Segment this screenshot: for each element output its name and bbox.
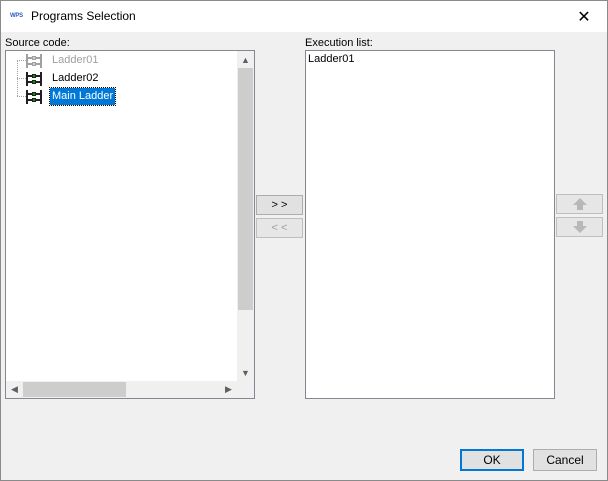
ladder-icon	[26, 89, 42, 104]
arrow-up-icon	[572, 198, 587, 210]
tree-item-ladder01[interactable]: Ladder01	[26, 52, 101, 69]
tree-connector	[17, 96, 26, 97]
scroll-down-icon[interactable]: ▼	[237, 364, 254, 381]
tree-item-label: Ladder01	[52, 54, 99, 66]
tree-item-main-ladder[interactable]: Main Ladder	[26, 87, 117, 106]
move-up-button[interactable]	[556, 194, 603, 214]
scroll-left-icon[interactable]: ◀	[6, 381, 23, 398]
execution-list[interactable]: Ladder01	[305, 50, 555, 399]
move-down-button[interactable]	[556, 217, 603, 237]
horizontal-scrollbar[interactable]: ◀ ▶	[6, 381, 237, 398]
scroll-up-icon[interactable]: ▲	[237, 51, 254, 68]
title-bar: WPS Programs Selection ✕	[1, 1, 607, 32]
source-code-tree[interactable]: Ladder01 Ladder02 Main Ladder ▲ ▼ ◀ ▶	[5, 50, 255, 399]
scroll-thumb[interactable]	[238, 68, 253, 310]
tree-item-ladder02[interactable]: Ladder02	[26, 70, 101, 87]
remove-from-execution-button[interactable]: < <	[256, 218, 303, 238]
ladder-icon	[26, 71, 42, 86]
ok-button[interactable]: OK	[460, 449, 524, 471]
add-to-execution-button[interactable]: > >	[256, 195, 303, 215]
tree-connector	[17, 78, 26, 79]
tree-item-label: Main Ladder	[48, 87, 117, 106]
ladder-icon	[26, 53, 42, 68]
source-code-label: Source code:	[5, 37, 70, 49]
programs-selection-dialog: WPS Programs Selection ✕ Source code: La…	[0, 0, 608, 481]
scroll-thumb[interactable]	[23, 382, 126, 397]
vertical-scrollbar[interactable]: ▲ ▼	[237, 51, 254, 381]
execution-list-label: Execution list:	[305, 37, 373, 49]
tree-item-label: Ladder02	[52, 72, 99, 84]
close-icon: ✕	[577, 8, 591, 26]
arrow-down-icon	[572, 221, 587, 233]
tree-connector	[17, 60, 26, 61]
app-logo-icon: WPS	[10, 13, 23, 19]
close-button[interactable]: ✕	[561, 1, 607, 32]
cancel-button[interactable]: Cancel	[533, 449, 597, 471]
dialog-title: Programs Selection	[31, 9, 136, 23]
scroll-right-icon[interactable]: ▶	[220, 381, 237, 398]
scrollbar-corner	[237, 381, 254, 398]
list-item[interactable]: Ladder01	[308, 53, 355, 65]
